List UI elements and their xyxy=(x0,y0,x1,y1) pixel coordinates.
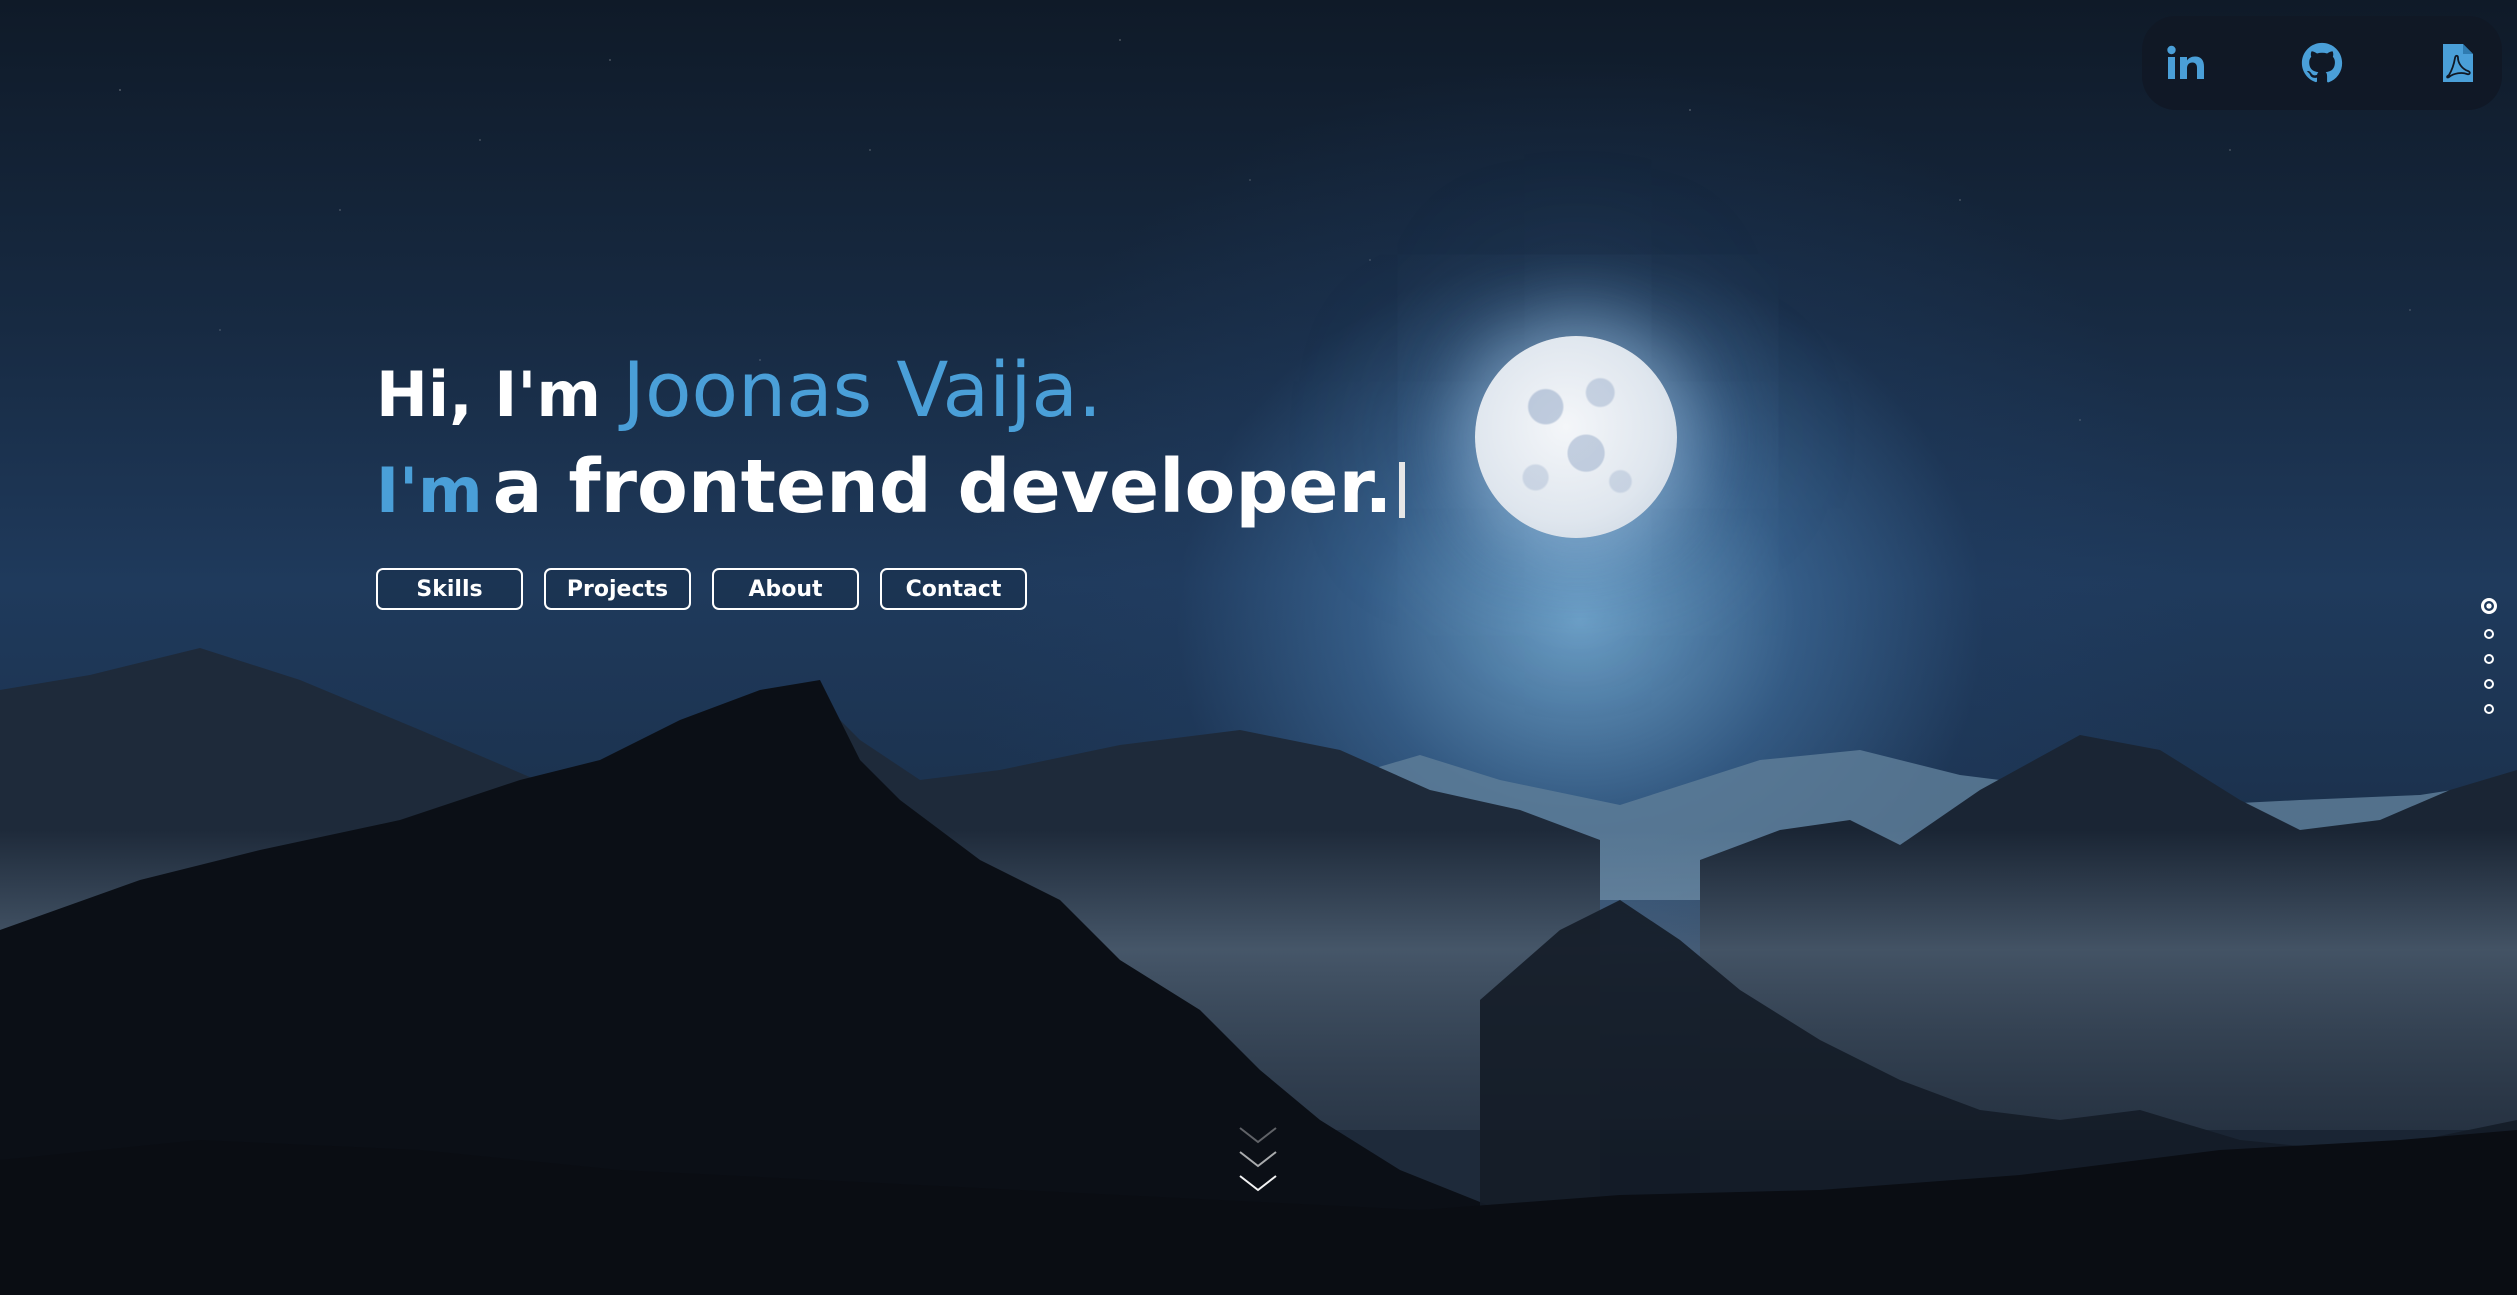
section-dot-5[interactable] xyxy=(2484,704,2494,714)
section-indicator xyxy=(2481,598,2497,714)
hero-intro: Hi, I'm Joonas Vaija. I'm a frontend deve… xyxy=(376,352,1405,610)
pdf-glyph xyxy=(2443,44,2473,82)
mountain-landscape xyxy=(0,648,2517,1295)
hero-greeting-line: Hi, I'm Joonas Vaija. xyxy=(376,352,1405,428)
about-button[interactable]: About xyxy=(712,568,859,610)
developer-name: Joonas Vaija. xyxy=(622,345,1103,434)
contact-button[interactable]: Contact xyxy=(880,568,1027,610)
chevron-down-icon xyxy=(1239,1127,1277,1192)
greeting-text: Hi, I'm xyxy=(376,358,601,431)
scroll-down-chevrons-icon[interactable] xyxy=(1238,1124,1278,1204)
role-text: a frontend developer. xyxy=(492,444,1393,530)
hero-nav: Skills Projects About Contact xyxy=(376,568,1405,610)
hero-role-line: I'm a frontend developer. xyxy=(376,450,1405,524)
section-dot-3[interactable] xyxy=(2484,654,2494,664)
linkedin-icon[interactable] xyxy=(2160,37,2212,89)
social-links-bar xyxy=(2142,16,2502,110)
section-dot-2[interactable] xyxy=(2484,629,2494,639)
github-icon[interactable] xyxy=(2296,37,2348,89)
role-prefix: I'm xyxy=(376,454,483,527)
linkedin-glyph xyxy=(2167,45,2204,79)
pdf-resume-icon[interactable] xyxy=(2432,37,2484,89)
typing-cursor xyxy=(1398,462,1405,518)
github-glyph xyxy=(2301,42,2343,83)
hero-page: Hi, I'm Joonas Vaija. I'm a frontend deve… xyxy=(0,0,2517,1295)
skills-button[interactable]: Skills xyxy=(376,568,523,610)
section-dot-1[interactable] xyxy=(2481,598,2497,614)
projects-button[interactable]: Projects xyxy=(544,568,691,610)
section-dot-4[interactable] xyxy=(2484,679,2494,689)
